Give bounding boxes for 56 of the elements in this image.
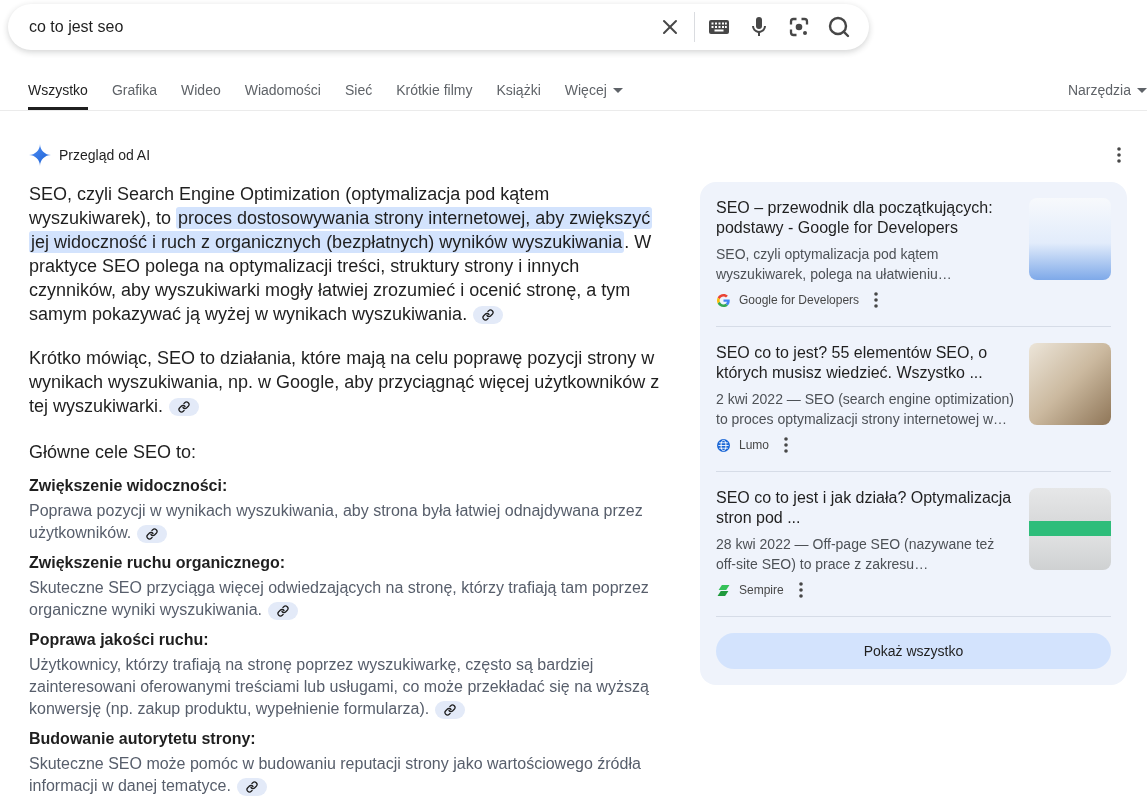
citation-button[interactable] <box>137 524 168 543</box>
caret-icon <box>612 87 623 93</box>
more-icon <box>874 292 879 308</box>
citation-button[interactable] <box>268 601 298 620</box>
citation-button[interactable] <box>236 777 267 796</box>
search-icon <box>827 15 851 39</box>
answer-paragraph: Krótko mówiąc, SEO to działania, które mają na celu poprawę pozycji strony w wynikach wyszukiwania, np. w Google, aby przyciągnąć więcej użytkowników z tej wyszukiwarki. <box>29 347 661 418</box>
link-icon <box>277 604 289 617</box>
bars-logo-icon <box>717 583 730 597</box>
show-all-button[interactable]: Pokaż wszystko <box>716 633 1111 669</box>
goal-title: Zwiększenie widoczności: <box>29 476 229 496</box>
g-logo-icon <box>717 293 730 307</box>
citation-button[interactable] <box>473 306 504 325</box>
source-name: Google for Developers <box>739 293 860 307</box>
link-icon <box>245 780 258 793</box>
source-title[interactable]: SEO – przewodnik dla początkujących: podstawy - Google for Developers <box>716 198 1015 238</box>
source-title[interactable]: SEO co to jest i jak działa? Optymalizacja stron pod ... <box>716 488 1015 528</box>
tab[interactable]: Wiadomości <box>244 76 321 110</box>
citation-button[interactable] <box>169 398 200 417</box>
tab[interactable]: Krótkie filmy <box>396 76 473 110</box>
goal-description: Użytkownicy, którzy trafiają na stronę poprzez wyszukiwarkę, często są bardziej zainteresowani oferowanymi treściami lub usługami, co może przekładać się na wyższą konwersję (np. zakup produktu, wypełnienie formularza). <box>29 655 650 720</box>
source-title[interactable]: SEO co to jest? 55 elementów SEO, o których musisz wiedzieć. Wszystko ... <box>716 343 1015 383</box>
more-icon <box>784 437 789 453</box>
link-icon <box>482 309 495 322</box>
ai-overview-title: Przegląd od AI <box>59 147 151 163</box>
sparkle-icon <box>29 144 51 166</box>
tab[interactable]: Wszystko <box>28 76 88 110</box>
more-icon <box>1117 147 1121 163</box>
tab[interactable]: Sieć <box>344 76 373 110</box>
globe-icon <box>717 438 730 452</box>
search-input[interactable]: co to jest seo <box>29 15 650 39</box>
link-icon <box>444 703 457 716</box>
goal-description: Skuteczne SEO przyciąga więcej odwiedzających na stronę, którzy trafiają tam poprzez organiczne wyniki wyszukiwania. <box>29 578 650 621</box>
goal-title: Poprawa jakości ruchu: <box>29 630 210 650</box>
tab[interactable]: Wideo <box>181 76 221 110</box>
source-snippet: SEO, czyli optymalizacja pod kątem wyszukiwarek, polega na ułatwieniu… <box>716 245 953 284</box>
list-intro: Główne cele SEO to: <box>29 441 198 464</box>
source-name: Lumo <box>739 438 770 452</box>
tab[interactable]: Grafika <box>111 76 157 110</box>
link-icon <box>178 401 191 414</box>
goal-title: Budowanie autorytetu strony: <box>29 729 257 749</box>
answer-paragraph: SEO, czyli Search Engine Optimization (optymalizacja pod kątem wyszukiwarek), to proces dostosowywania strony internetowej, aby zwiększyć jej widoczność i ruch z organicznych (bezpłatnych) wyników wyszukiwania. W praktyce SEO polega na optymalizacji treści, struktury strony i innych czynników, aby wyszukiwarki mogły łatwiej zrozumieć i ocenić stronę, a tym samym pokazywać ją wyżej w wynikach wyszukiwania. <box>29 183 654 326</box>
goal-description: Skuteczne SEO może pomóc w budowaniu reputacji strony jako wartościowego źródła informacji w danej tematyce. <box>29 754 642 797</box>
more-icon <box>798 582 803 598</box>
goal-description: Poprawa pozycji w wynikach wyszukiwania, aby strona była łatwiej odnajdywana przez użytkowników. <box>29 501 644 544</box>
citation-button[interactable] <box>435 700 466 719</box>
source-name: Sempire <box>739 583 784 597</box>
link-icon <box>146 527 159 540</box>
tools-button[interactable]: Narzędzia <box>1067 76 1147 110</box>
viewfinder-icon <box>787 15 811 39</box>
goal-title: Zwiększenie ruchu organicznego: <box>29 553 287 573</box>
caret-icon <box>1137 87 1147 93</box>
source-snippet: 2 kwi 2022 — SEO (search engine optimization) to proces optymalizacji strony internetowej w… <box>716 390 1015 429</box>
source-snippet: 28 kwi 2022 — Off-page SEO (nazywane też off-site SEO) to prace z zakresu… <box>716 535 996 574</box>
tab[interactable]: Więcej <box>564 76 623 110</box>
tab[interactable]: Książki <box>496 76 541 110</box>
